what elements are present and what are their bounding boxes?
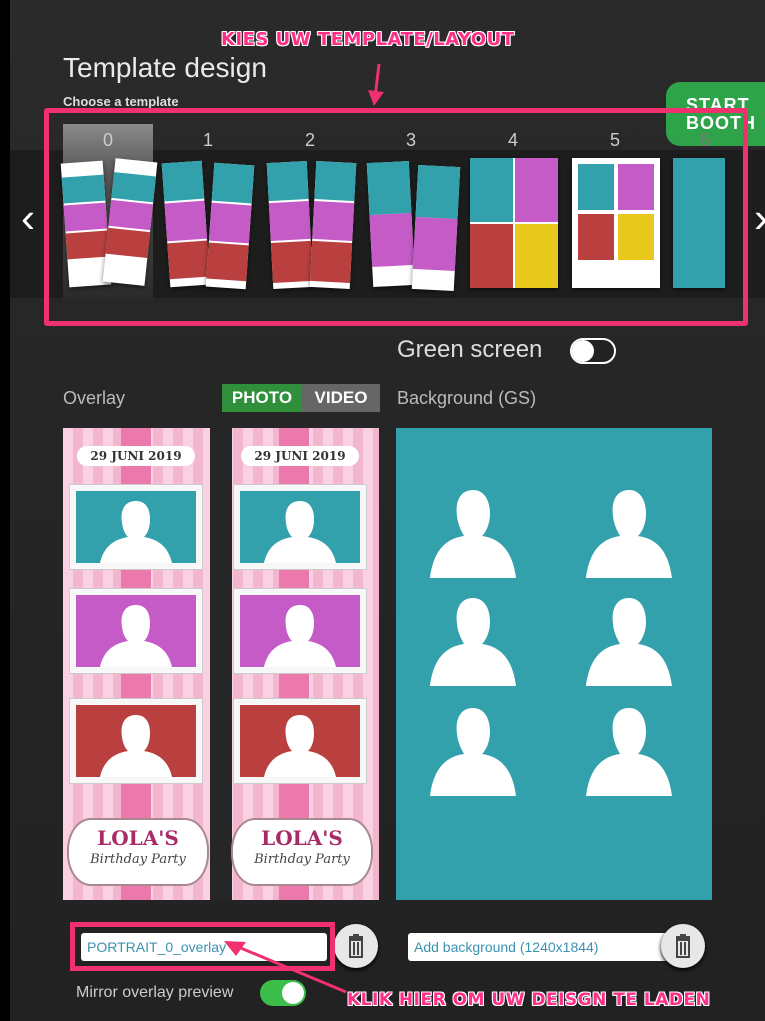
silhouette-icon	[430, 708, 516, 796]
annotation-highlight-templates	[44, 108, 748, 326]
annotation-arrow-icon	[224, 941, 347, 994]
tab-photo[interactable]: PHOTO	[222, 384, 302, 412]
overlay-strip-left: 29 JUNI 2019 LOLA'S Birthday Party	[63, 428, 209, 900]
background-file-field[interactable]: Add background (1240x1844)	[408, 933, 670, 961]
overlay-subtitle: Birthday Party	[254, 852, 350, 867]
silhouette-icon	[430, 490, 516, 578]
photo-frame	[233, 588, 367, 674]
overlay-date: 29 JUNI 2019	[241, 446, 359, 466]
annotation-arrow-down-icon	[368, 63, 384, 106]
mirror-overlay-label: Mirror overlay preview	[76, 984, 234, 1001]
photo-frame	[69, 698, 203, 784]
annotation-bottom-banner: KLIK HIER OM UW DEISGN TE LADEN	[347, 990, 711, 1010]
overlay-label: Overlay	[63, 388, 126, 408]
chevron-left-icon[interactable]: ‹	[15, 197, 41, 239]
background-label: Background (GS)	[397, 388, 537, 408]
tab-video[interactable]: VIDEO	[302, 384, 380, 412]
silhouette-icon	[586, 490, 672, 578]
green-screen-toggle[interactable]	[570, 338, 616, 364]
annotation-top-banner: KIES UW TEMPLATE/LAYOUT	[221, 29, 515, 50]
overlay-preview: 29 JUNI 2019 LOLA'S Birthday Party 29 JU…	[63, 428, 379, 900]
photo-frame	[233, 484, 367, 570]
overlay-title: LOLA'S	[97, 826, 179, 850]
toggle-knob	[572, 340, 594, 362]
background-delete-button[interactable]	[661, 924, 705, 968]
chevron-right-icon[interactable]: ›	[748, 197, 765, 239]
photo-frame	[69, 588, 203, 674]
overlay-title-badge: LOLA'S Birthday Party	[67, 818, 209, 886]
photo-frame	[233, 698, 367, 784]
background-preview	[396, 428, 712, 900]
overlay-date: 29 JUNI 2019	[77, 446, 195, 466]
overlay-subtitle: Birthday Party	[90, 852, 186, 867]
overlay-strip-right: 29 JUNI 2019 LOLA'S Birthday Party	[227, 428, 373, 900]
silhouette-icon	[586, 598, 672, 686]
overlay-title: LOLA'S	[261, 826, 343, 850]
app-window: Template design Choose a template START …	[10, 0, 765, 1021]
overlay-title-badge: LOLA'S Birthday Party	[231, 818, 373, 886]
silhouette-icon	[586, 708, 672, 796]
trash-icon	[676, 934, 690, 958]
silhouette-icon	[430, 598, 516, 686]
green-screen-label: Green screen	[397, 336, 543, 363]
photo-frame	[69, 484, 203, 570]
